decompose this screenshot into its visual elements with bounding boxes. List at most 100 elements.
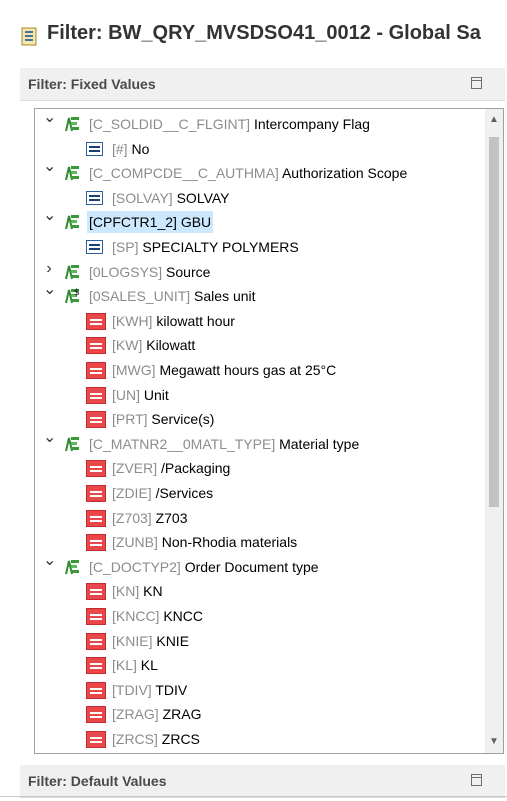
bottom-tab-strip bbox=[0, 796, 507, 801]
tree-node-characteristic[interactable]: ⌄ [C_COMPCDE__C_AUTHMA] Authorization Sco… bbox=[35, 159, 485, 186]
tree-node-filter-value[interactable]: [ZUNB] Non-Rhodia materials bbox=[35, 531, 485, 555]
tree-node-label: [KWH] kilowatt hour bbox=[110, 310, 237, 332]
tree-node-label: [C_SOLDID__C_FLGINT] Intercompany Flag bbox=[87, 113, 372, 135]
exclude-filter-icon bbox=[86, 386, 106, 404]
node-code: [TDIV] bbox=[112, 681, 152, 698]
vertical-scrollbar[interactable]: ▲ ▼ bbox=[485, 109, 503, 753]
tree-node-characteristic[interactable]: ⌄ $ [0SALES_UNIT] Sales unit bbox=[35, 282, 485, 309]
include-filter-icon bbox=[86, 240, 103, 254]
exclude-filter-icon bbox=[86, 460, 106, 478]
tree-node-filter-value[interactable]: [KNIE] KNIE bbox=[35, 630, 485, 654]
node-text: Unit bbox=[143, 386, 169, 403]
tree-node-characteristic[interactable]: ⌄ [C_DOCTYP2] Order Document type bbox=[35, 552, 485, 580]
tree-node-characteristic[interactable]: › [0LOGSYS] Source bbox=[35, 260, 485, 285]
tree-node-filter-value[interactable]: [SOLVAY] SOLVAY bbox=[35, 187, 485, 211]
node-text: GBU bbox=[180, 214, 212, 231]
tree-node-label: [0LOGSYS] Source bbox=[87, 261, 212, 283]
tree-node-label: [KW] Kilowatt bbox=[110, 334, 197, 356]
tree-node-label: [ZRAG] ZRAG bbox=[110, 703, 203, 725]
filter-document-icon bbox=[21, 27, 37, 46]
tree-node-filter-value[interactable]: [Z703] Z703 bbox=[35, 507, 485, 531]
restore-icon[interactable] bbox=[471, 77, 482, 89]
tree-node-filter-value[interactable]: [ZRAG] ZRAG bbox=[35, 703, 485, 727]
characteristic-icon bbox=[65, 264, 79, 279]
exclude-filter-icon bbox=[86, 731, 106, 748]
tree-node-label: [KN] KN bbox=[110, 580, 165, 602]
tree-node-label: [UN] Unit bbox=[110, 384, 171, 406]
node-text: Source bbox=[166, 263, 211, 280]
tree-node-filter-value[interactable]: [ZDIE] /Services bbox=[35, 482, 485, 506]
tree-node-label: [KNCC] KNCC bbox=[110, 605, 205, 627]
scrollbar-thumb[interactable] bbox=[489, 137, 499, 507]
scroll-up-icon[interactable]: ▲ bbox=[485, 111, 503, 129]
tree-node-filter-value[interactable]: [KWH] kilowatt hour bbox=[35, 310, 485, 334]
tree-node-filter-value[interactable]: [PRT] Service(s) bbox=[35, 408, 485, 432]
node-text: Intercompany Flag bbox=[253, 116, 370, 132]
tree-node-characteristic[interactable]: ⌄ [C_SOLDID__C_FLGINT] Intercompany Flag bbox=[35, 110, 485, 137]
tree-node-label: [SP] SPECIALTY POLYMERS bbox=[110, 236, 301, 258]
tree-node-filter-value[interactable]: [KL] KL bbox=[35, 654, 485, 678]
tree-node-characteristic[interactable]: ⌄ [C_MATNR2__0MATL_TYPE] Material type bbox=[35, 429, 485, 457]
chevron-down-icon[interactable]: ⌄ bbox=[43, 110, 56, 126]
tree-node-label: [ZUNB] Non-Rhodia materials bbox=[110, 531, 299, 553]
exclude-filter-icon bbox=[86, 657, 106, 675]
tree-node-filter-value[interactable]: [KW] Kilowatt bbox=[35, 334, 485, 358]
tree-node-label: [C_MATNR2__0MATL_TYPE] Material type bbox=[87, 433, 361, 455]
fixed-values-tree[interactable]: ⌄ [C_SOLDID__C_FLGINT] Intercompany Flag[… bbox=[34, 108, 504, 754]
characteristic-icon bbox=[65, 559, 79, 575]
chevron-down-icon[interactable]: ⌄ bbox=[43, 159, 56, 175]
tree-node-label: [C_COMPCDE__C_AUTHMA] Authorization Scop… bbox=[87, 162, 409, 184]
node-text: Z703 bbox=[155, 509, 188, 526]
tree-node-filter-value[interactable]: [SP] SPECIALTY POLYMERS bbox=[35, 236, 485, 260]
node-code: [C_SOLDID__C_FLGINT] bbox=[89, 116, 251, 132]
tree-node-filter-value[interactable]: [ZVER] /Packaging bbox=[35, 457, 485, 481]
tree-node-characteristic[interactable]: ⌄ [CPFCTR1_2] GBU bbox=[35, 208, 485, 235]
node-code: [C_COMPCDE__C_AUTHMA] bbox=[89, 165, 279, 182]
node-text: SPECIALTY POLYMERS bbox=[142, 239, 299, 255]
chevron-down-icon[interactable]: ⌄ bbox=[43, 208, 56, 224]
node-text: KL bbox=[140, 657, 158, 674]
node-code: [C_MATNR2__0MATL_TYPE] bbox=[89, 435, 276, 452]
tree-node-filter-value[interactable]: [UN] Unit bbox=[35, 384, 485, 408]
node-text: /Services bbox=[155, 485, 214, 501]
tree-node-filter-value[interactable]: [KNCC] KNCC bbox=[35, 605, 485, 629]
tree-node-label: [#] No bbox=[110, 138, 151, 160]
node-code: [KL] bbox=[112, 657, 137, 674]
node-code: [0SALES_UNIT] bbox=[89, 288, 191, 305]
chevron-down-icon[interactable]: ⌄ bbox=[43, 429, 56, 445]
exclude-filter-icon bbox=[86, 608, 106, 625]
tree-node-label: [0SALES_UNIT] Sales unit bbox=[87, 285, 258, 307]
restore-icon[interactable] bbox=[471, 774, 482, 786]
default-values-header[interactable]: Filter: Default Values bbox=[20, 765, 505, 798]
tree-node-label: [Z703] Z703 bbox=[110, 507, 190, 529]
tree-node-filter-value[interactable]: [#] No bbox=[35, 138, 485, 162]
tree-node-filter-value[interactable]: [TDIV] TDIV bbox=[35, 679, 485, 703]
node-code: [ZRAG] bbox=[112, 706, 159, 723]
characteristic-icon bbox=[65, 436, 79, 452]
node-text: SOLVAY bbox=[176, 189, 230, 206]
tree-node-filter-value[interactable]: [ZRCS] ZRCS bbox=[35, 728, 485, 752]
tree-node-filter-value[interactable]: [KN] KN bbox=[35, 580, 485, 604]
chevron-down-icon[interactable]: ⌄ bbox=[43, 282, 56, 298]
chevron-down-icon[interactable]: ⌄ bbox=[43, 552, 56, 568]
fixed-values-title: Filter: Fixed Values bbox=[28, 76, 156, 92]
tree-node-label: [KL] KL bbox=[110, 654, 160, 676]
scroll-down-icon[interactable]: ▼ bbox=[485, 733, 503, 751]
node-text: ZRAG bbox=[162, 706, 202, 723]
chevron-right-icon[interactable]: › bbox=[43, 260, 55, 276]
tree-node-label: [KNIE] KNIE bbox=[110, 630, 191, 652]
node-code: [KNIE] bbox=[112, 632, 153, 649]
exclude-filter-icon bbox=[86, 362, 106, 379]
node-code: [KN] bbox=[112, 583, 140, 600]
default-values-section: Filter: Default Values bbox=[20, 765, 507, 798]
tree-node-filter-value[interactable]: [MWG] Megawatt hours gas at 25°C bbox=[35, 359, 485, 383]
default-values-title: Filter: Default Values bbox=[28, 773, 167, 789]
node-code: [C_DOCTYP2] bbox=[89, 558, 181, 575]
tree-node-label: [SOLVAY] SOLVAY bbox=[110, 187, 232, 209]
node-code: [#] bbox=[112, 140, 128, 157]
node-code: [CPFCTR1_2] bbox=[89, 214, 177, 231]
fixed-values-header[interactable]: Filter: Fixed Values bbox=[20, 68, 505, 101]
node-text: Service(s) bbox=[151, 411, 215, 428]
node-text: Authorization Scope bbox=[281, 165, 408, 182]
tree-node-label: [PRT] Service(s) bbox=[110, 408, 216, 430]
